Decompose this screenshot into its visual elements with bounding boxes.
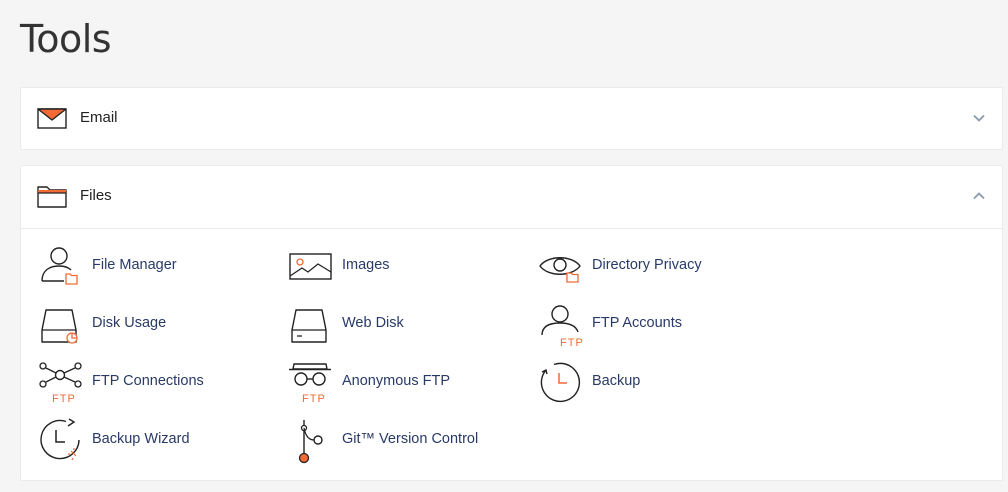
tool-images[interactable]: Images [288, 244, 528, 290]
ftp-accounts-icon: FTP [541, 305, 584, 348]
tool-ftp-connections[interactable]: FTP FTP Connections [38, 360, 278, 406]
backup-wizard-icon [40, 418, 80, 461]
web-disk-icon [291, 309, 327, 343]
page-title: Tools [20, 17, 112, 61]
folder-icon [37, 186, 67, 208]
tool-label: Disk Usage [92, 315, 167, 331]
email-section-label: Email [80, 109, 118, 126]
git-icon [298, 420, 323, 464]
tool-directory-privacy[interactable]: Directory Privacy [538, 244, 778, 290]
tool-label: Images [342, 257, 390, 273]
tool-label: FTP Connections [92, 373, 204, 389]
tool-ftp-accounts[interactable]: FTP FTP Accounts [538, 302, 778, 348]
ftp-badge: FTP [52, 393, 76, 405]
tool-label: Web Disk [342, 315, 404, 331]
chevron-up-icon[interactable] [972, 189, 986, 203]
tool-label: Git™ Version Control [342, 431, 479, 447]
tool-label: Anonymous FTP [342, 373, 450, 389]
chevron-down-icon[interactable] [972, 111, 986, 125]
files-section-header[interactable]: Files [21, 166, 1002, 229]
tool-git-version-control[interactable]: Git™ Version Control [288, 418, 528, 464]
email-section-header[interactable]: Email [21, 88, 1002, 150]
envelope-icon [37, 108, 67, 129]
tool-web-disk[interactable]: Web Disk [288, 302, 528, 348]
tool-label: Backup Wizard [92, 431, 190, 447]
email-section: Email [20, 87, 1003, 150]
ftp-connections-icon: FTP [39, 362, 82, 405]
tool-label: File Manager [92, 257, 177, 273]
images-icon [289, 253, 332, 280]
files-section: Files File Manager Images Directory Priv… [20, 165, 1003, 481]
tool-backup-wizard[interactable]: Backup Wizard [38, 418, 278, 464]
tool-file-manager[interactable]: File Manager [38, 244, 278, 290]
tool-backup[interactable]: Backup [538, 360, 778, 406]
anonymous-ftp-icon: FTP [289, 363, 331, 405]
ftp-badge: FTP [302, 393, 326, 405]
directory-privacy-icon [539, 257, 581, 283]
ftp-badge: FTP [560, 337, 584, 348]
tool-label: FTP Accounts [592, 315, 682, 331]
tool-anonymous-ftp[interactable]: FTP Anonymous FTP [288, 360, 528, 406]
backup-icon [540, 362, 581, 403]
files-section-label: Files [80, 187, 112, 204]
tool-label: Directory Privacy [592, 257, 702, 273]
tool-label: Backup [592, 373, 641, 389]
disk-usage-icon [41, 309, 78, 344]
file-manager-icon [41, 247, 78, 285]
tool-disk-usage[interactable]: Disk Usage [38, 302, 278, 348]
